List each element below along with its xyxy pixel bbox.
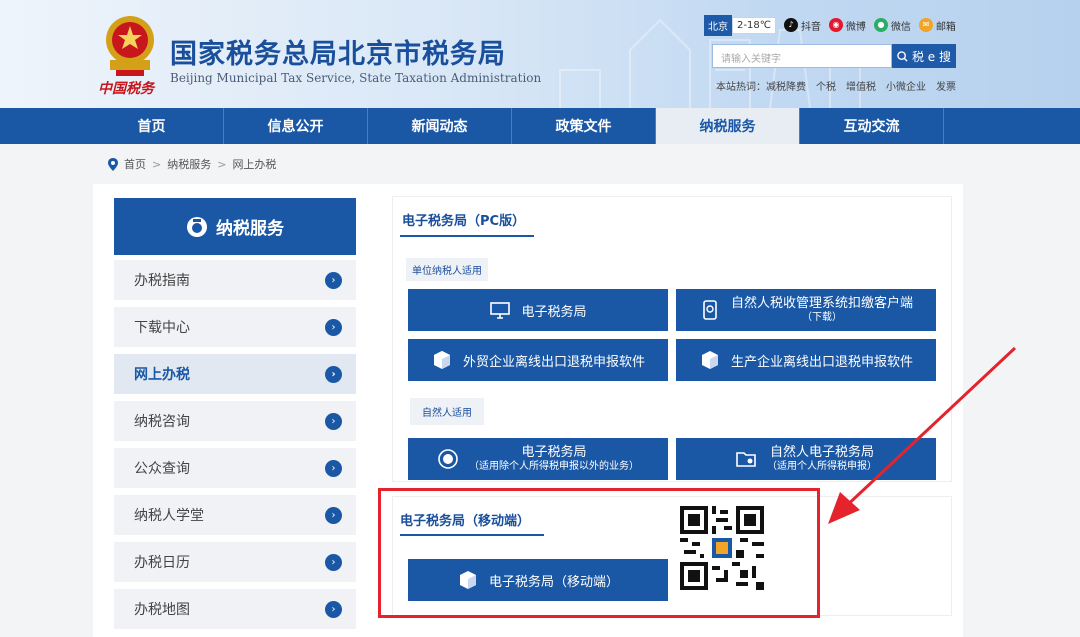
sidebar-item-download[interactable]: 下载中心 › [114,307,356,347]
nav-tax-service[interactable]: 纳税服务 [656,108,800,144]
douyin-icon: ♪ [783,18,798,32]
nav-policy[interactable]: 政策文件 [512,108,656,144]
header-utilities: 北京 2-18℃ ♪ 抖音 ◉ 微博 ● 微信 ✉ 邮箱 [704,14,956,36]
breadcrumb-separator: > [152,157,162,171]
national-emblem-icon [106,16,154,76]
social-mail[interactable]: ✉ 邮箱 [918,18,956,33]
foreign-trade-refund-button[interactable]: 外贸企业离线出口退税申报软件 [408,339,668,381]
social-douyin[interactable]: ♪ 抖音 [783,18,821,33]
site-title[interactable]: 国家税务总局北京市税务局 [170,32,506,71]
nav-home[interactable]: 首页 [80,108,224,144]
tag-natural-person: 自然人适用 [410,398,484,425]
sidebar-item-consult[interactable]: 纳税咨询 › [114,401,356,441]
weibo-icon: ◉ [828,18,843,32]
china-tax-brand-script: 中国税务 [98,81,154,97]
cube-icon [433,351,450,369]
sidebar-item-taxpayer-school[interactable]: 纳税人学堂 › [114,495,356,535]
tax-service-icon [187,216,207,237]
nav-interaction[interactable]: 互动交流 [800,108,944,144]
sidebar-item-tax-guide[interactable]: 办税指南 › [114,260,356,300]
search-input[interactable]: 请输入关键字 [712,44,892,68]
sidebar-item-online-tax[interactable]: 网上办税 › [114,354,356,394]
hot-word-link[interactable]: 减税降费 [766,78,806,93]
weather-temperature: 2-18℃ [732,16,776,34]
arrow-right-icon: › [325,459,342,477]
breadcrumb: 首页 > 纳税服务 > 网上办税 [108,156,276,172]
hot-words: 本站热词： 减税降费 个税 增值税 小微企业 发票 [716,78,956,93]
arrow-right-icon: › [325,412,342,430]
main-nav: 首页 信息公开 新闻动态 政策文件 纳税服务 互动交流 [0,108,1080,144]
breadcrumb-tax-service[interactable]: 纳税服务 [167,156,211,172]
nav-info-disclosure[interactable]: 信息公开 [224,108,368,144]
hot-word-link[interactable]: 增值税 [846,78,876,93]
sidebar-item-public-query[interactable]: 公众查询 › [114,448,356,488]
site-header: 中国税务 国家税务总局北京市税务局 Beijing Municipal Tax … [0,0,1080,108]
cube-icon [701,351,718,369]
hot-words-label: 本站热词： [716,82,766,93]
arrow-right-icon: › [325,365,342,383]
search-button[interactable]: 税 e 搜 [892,44,956,68]
tag-org-taxpayer: 单位纳税人适用 [406,258,488,281]
natural-client-button[interactable]: 自然人税收管理系统扣缴客户端 （下载） [676,289,936,331]
etax-button[interactable]: 电子税务局 [408,289,668,331]
etax-person-button[interactable]: 电子税务局 （适用除个人所得税申报以外的业务） [408,438,668,480]
hot-word-link[interactable]: 小微企业 [886,78,926,93]
highlight-arrow-icon [828,346,1017,524]
location-pin-icon [108,157,118,171]
weather-city: 北京 [704,14,732,36]
arrow-right-icon: › [325,271,342,289]
sidebar-item-tax-calendar[interactable]: 办税日历 › [114,542,356,582]
pc-section-title: 电子税务局（PC版） [402,214,526,229]
arrow-right-icon: › [325,318,342,336]
arrow-right-icon: › [325,600,342,618]
sidebar-item-tax-map[interactable]: 办税地图 › [114,589,356,629]
mail-icon: ✉ [918,18,933,32]
social-wechat[interactable]: ● 微信 [873,18,911,33]
highlight-box [378,488,820,618]
breadcrumb-home[interactable]: 首页 [124,156,146,172]
folder-user-icon [736,452,756,467]
arrow-right-icon: › [325,553,342,571]
coin-icon [438,449,458,469]
monitor-icon [490,302,511,319]
hot-word-link[interactable]: 个税 [816,78,836,93]
breadcrumb-separator: > [217,157,227,171]
pc-section-underline [400,235,534,237]
social-weibo[interactable]: ◉ 微博 [828,18,866,33]
sidebar-title: 纳税服务 [114,198,356,255]
breadcrumb-online-tax[interactable]: 网上办税 [232,156,276,172]
nav-news[interactable]: 新闻动态 [368,108,512,144]
search-icon [897,50,908,62]
hot-word-link[interactable]: 发票 [936,78,956,93]
phone-settings-icon [703,300,717,320]
arrow-right-icon: › [325,506,342,524]
wechat-icon: ● [873,18,888,32]
site-subtitle: Beijing Municipal Tax Service, State Tax… [170,71,542,85]
